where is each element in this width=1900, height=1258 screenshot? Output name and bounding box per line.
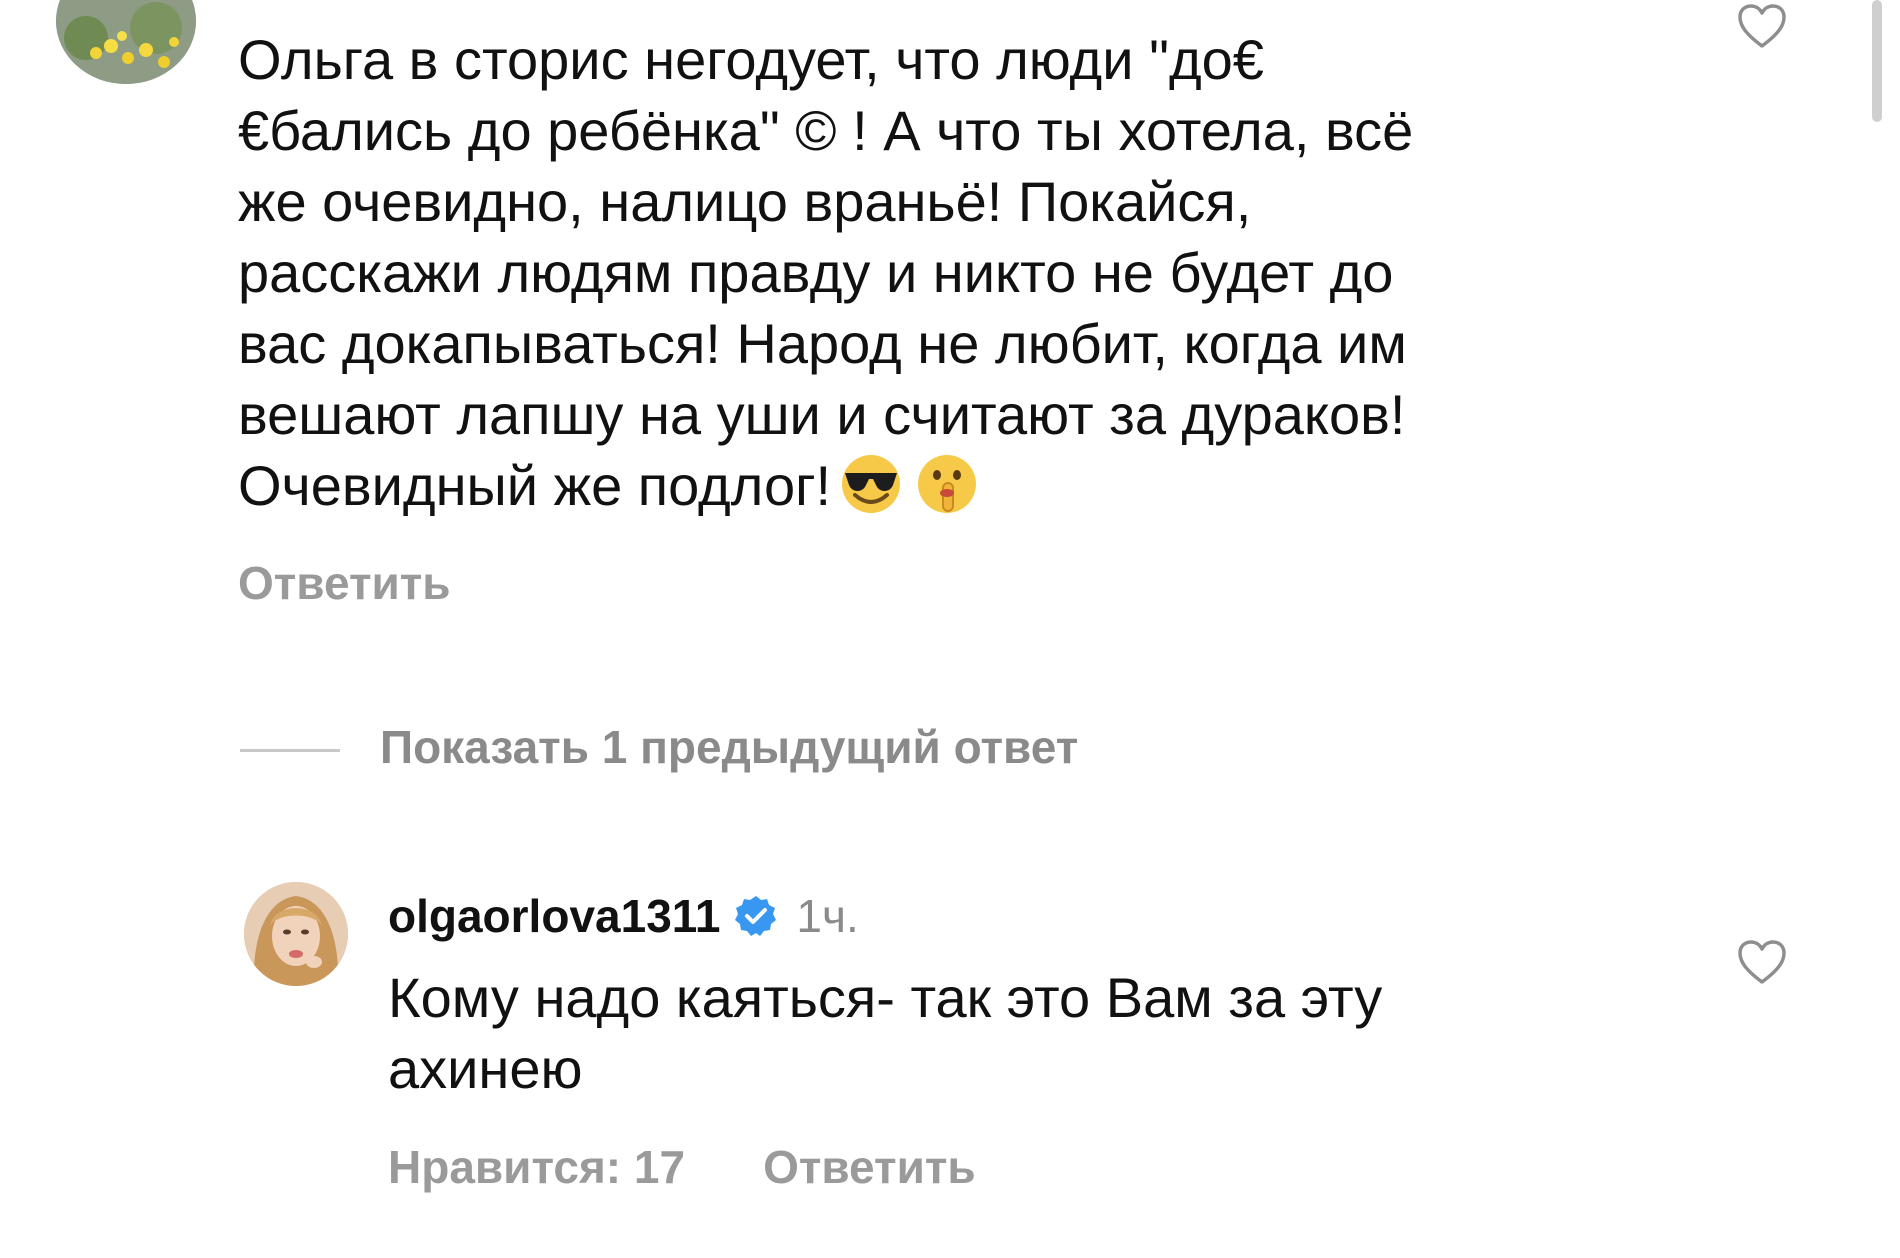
smiling-face-with-sunglasses-icon: [835, 453, 907, 515]
show-previous-replies-button[interactable]: Показать 1 предыдущий ответ: [380, 720, 1078, 774]
verified-badge-icon: [734, 894, 778, 938]
comment-text: Ольга в сторис негодует, что люди "до€ €…: [238, 24, 1638, 521]
like-reply-heart-icon[interactable]: [1736, 938, 1788, 986]
reply-author-avatar[interactable]: [244, 882, 348, 986]
avatar-image: [244, 882, 348, 986]
reply-header: olgaorlova1311 1ч.: [388, 886, 859, 946]
reply-to-reply-button[interactable]: Ответить: [763, 1140, 976, 1194]
reply-username[interactable]: olgaorlova1311: [388, 889, 720, 943]
reply-timestamp: 1ч.: [796, 890, 859, 942]
reply-button[interactable]: Ответить: [238, 556, 451, 610]
comment-text-body: Ольга в сторис негодует, что люди "до€ €…: [238, 28, 1414, 517]
reply-text: Кому надо каяться- так это Вам за эту ах…: [388, 966, 1383, 1100]
shushing-face-icon: [911, 453, 983, 515]
like-comment-heart-icon[interactable]: [1736, 2, 1788, 50]
reply-actions: Нравится: 17 Ответить: [388, 1140, 976, 1194]
scrollbar[interactable]: [1872, 0, 1882, 122]
likes-count[interactable]: Нравится: 17: [388, 1140, 685, 1194]
commenter-avatar[interactable]: [56, 0, 196, 84]
thread-divider-line: [240, 749, 340, 752]
avatar-image: [56, 0, 196, 84]
